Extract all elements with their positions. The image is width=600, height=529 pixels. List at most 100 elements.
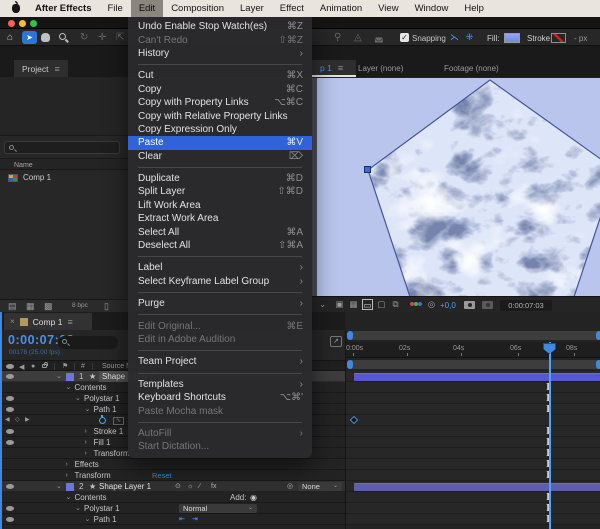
layer-color-chip[interactable] <box>66 483 74 491</box>
menubar-item-after-effects[interactable]: After Effects <box>27 0 100 17</box>
video-column-icon[interactable] <box>6 364 14 369</box>
property-group-label[interactable]: Polystar 1 <box>84 393 120 404</box>
menu-item-undo-enable-stop-watch-es[interactable]: Undo Enable Stop Watch(es)⌘Z <box>128 20 312 33</box>
menu-item-copy-expression-only[interactable]: Copy Expression Only <box>128 123 312 136</box>
snap-bounds-icon[interactable]: ⁜ <box>464 32 475 43</box>
layer-switch-icon[interactable]: ∕ <box>199 481 200 492</box>
expand-chevron-icon[interactable]: › <box>85 426 87 437</box>
navigator-start-handle[interactable] <box>347 331 353 340</box>
lock-column-icon[interactable] <box>42 364 47 368</box>
panel-menu-icon[interactable]: ≡ <box>67 317 72 327</box>
property-group-label[interactable]: Fill 1 <box>94 437 111 448</box>
new-composition-icon[interactable]: ▩ <box>44 301 53 312</box>
menu-item-duplicate[interactable]: Duplicate⌘D <box>128 172 312 185</box>
mask-tool-icon[interactable]: ⚲ <box>334 31 341 44</box>
tab-layer[interactable]: Layer (none) <box>358 60 403 77</box>
parent-pickwhip-icon[interactable]: ◎ <box>287 481 293 492</box>
viewer-timecode[interactable]: 0:00:07:03 <box>500 300 552 311</box>
mini-flowchart-icon[interactable]: ↗ <box>330 336 342 347</box>
blend-mode-select[interactable]: Normal⌄ <box>179 504 257 513</box>
time-navigator-bar[interactable] <box>347 331 600 340</box>
in-out-icon[interactable]: ⇤ <box>179 514 185 525</box>
property-group-label[interactable]: Path 1 <box>94 404 117 415</box>
menu-item-copy[interactable]: Copy⌘C <box>128 83 312 96</box>
work-area-start-handle[interactable] <box>347 360 353 369</box>
expand-chevron-icon[interactable]: › <box>85 448 87 459</box>
navigator-end-handle[interactable] <box>596 331 600 340</box>
property-group-label[interactable]: Path 1 <box>94 514 117 525</box>
property-group-label[interactable]: Transform <box>94 448 130 459</box>
dolly-camera-tool-icon[interactable]: ⇱ <box>116 31 124 44</box>
lasso-tool-icon[interactable]: ◛ <box>374 31 384 44</box>
menu-item-deselect-all[interactable]: Deselect All⇧⌘A <box>128 239 312 252</box>
snapshot-camera-icon[interactable] <box>464 301 475 309</box>
timeline-row-contents[interactable]: ⌄ContentsAdd:◉ <box>2 492 345 503</box>
menubar-item-layer[interactable]: Layer <box>232 0 272 17</box>
menu-item-label[interactable]: Label› <box>128 261 312 274</box>
timeline-row-path-1[interactable]: ⌄Path 1⇤⇥ <box>2 514 345 525</box>
exposure-value[interactable]: +0,0 <box>440 301 456 310</box>
expand-chevron-icon[interactable]: ⌄ <box>85 404 91 415</box>
expand-chevron-icon[interactable]: ⌄ <box>75 393 81 404</box>
tab-footage[interactable]: Footage (none) <box>444 60 499 77</box>
menubar-item-effect[interactable]: Effect <box>272 0 312 17</box>
keyframe-navigator-icon[interactable]: ▶ <box>25 415 30 426</box>
solo-column-icon[interactable]: ● <box>31 363 35 370</box>
menubar-item-window[interactable]: Window <box>407 0 457 17</box>
menubar-item-composition[interactable]: Composition <box>163 0 232 17</box>
menubar-item-edit[interactable]: Edit <box>131 0 163 17</box>
menu-item-select-all[interactable]: Select All⌘A <box>128 225 312 238</box>
layer-name[interactable]: Shape Layer 1 <box>99 481 151 492</box>
home-tool-icon[interactable]: ⌂ <box>7 31 13 44</box>
project-bit-depth[interactable]: 8 bpc <box>72 302 88 309</box>
snap-vertex-icon[interactable]: ⋋ <box>449 32 460 43</box>
audio-column-icon[interactable]: ◀ <box>19 363 24 371</box>
layer-switch-icon[interactable]: ⊙ <box>175 481 181 492</box>
snapping-checkbox[interactable]: ✓ <box>400 33 409 42</box>
tab-project[interactable]: Project ≡ <box>14 60 68 77</box>
property-group-label[interactable]: Effects <box>75 459 99 470</box>
close-window-button[interactable] <box>8 20 15 27</box>
expand-chevron-icon[interactable]: › <box>85 437 87 448</box>
hand-tool-icon[interactable] <box>41 33 50 42</box>
expand-chevron-icon[interactable]: ⌄ <box>56 371 62 382</box>
show-channel-icon[interactable] <box>410 302 422 308</box>
menu-item-cut[interactable]: Cut⌘X <box>128 69 312 82</box>
timeline-row-polystar-1[interactable]: ⌄Polystar 1Normal⌄ <box>2 503 345 514</box>
timeline-row-effects[interactable]: › Effects <box>2 459 345 470</box>
menu-item-purge[interactable]: Purge› <box>128 297 312 310</box>
visibility-eye-icon[interactable] <box>6 429 14 434</box>
stopwatch-icon[interactable] <box>99 417 106 424</box>
transparency-grid-icon[interactable]: ▦ <box>348 299 359 310</box>
mask-visibility-icon[interactable]: ▢ <box>376 299 387 310</box>
layer-duration-bar[interactable] <box>354 373 600 381</box>
timeline-row-transform[interactable]: ›TransformReset <box>2 470 345 481</box>
number-column-label[interactable]: # <box>81 363 85 370</box>
crop-region-icon[interactable]: ⧉ <box>390 299 401 310</box>
project-search-input[interactable] <box>4 141 120 154</box>
composition-viewer[interactable] <box>312 78 600 296</box>
menu-item-paste[interactable]: Paste⌘V <box>128 136 312 149</box>
panel-menu-icon[interactable]: ≡ <box>338 63 343 73</box>
expand-chevron-icon[interactable]: › <box>66 470 68 481</box>
fill-color-swatch[interactable] <box>504 33 520 43</box>
menu-item-select-keyframe-label-group[interactable]: Select Keyframe Label Group› <box>128 275 312 288</box>
menu-item-copy-with-property-links[interactable]: Copy with Property Links⌥⌘C <box>128 96 312 109</box>
graph-editor-set-icon[interactable]: ∿ <box>113 417 124 425</box>
expand-chevron-icon[interactable]: ⌄ <box>56 481 62 492</box>
visibility-eye-icon[interactable] <box>6 484 14 489</box>
work-area-end-handle[interactable] <box>596 360 600 369</box>
selection-tool-icon[interactable]: ➤ <box>22 31 37 44</box>
layer-duration-bar[interactable] <box>354 483 600 491</box>
apple-logo-icon[interactable] <box>12 4 20 13</box>
visibility-eye-icon[interactable] <box>6 506 14 511</box>
property-group-label[interactable]: Polystar 1 <box>84 503 120 514</box>
menu-item-lift-work-area[interactable]: Lift Work Area <box>128 199 312 212</box>
pan-camera-tool-icon[interactable]: ✛ <box>98 31 106 44</box>
timeline-search-input[interactable] <box>58 336 118 349</box>
menu-item-split-layer[interactable]: Split Layer⇧⌘D <box>128 185 312 198</box>
tab-composition-comp1[interactable]: p 1 ≡ <box>312 60 356 77</box>
keyframe-navigator-icon[interactable]: ◇ <box>15 415 20 426</box>
show-snapshot-icon[interactable] <box>482 301 493 309</box>
expand-chevron-icon[interactable]: › <box>66 459 68 470</box>
